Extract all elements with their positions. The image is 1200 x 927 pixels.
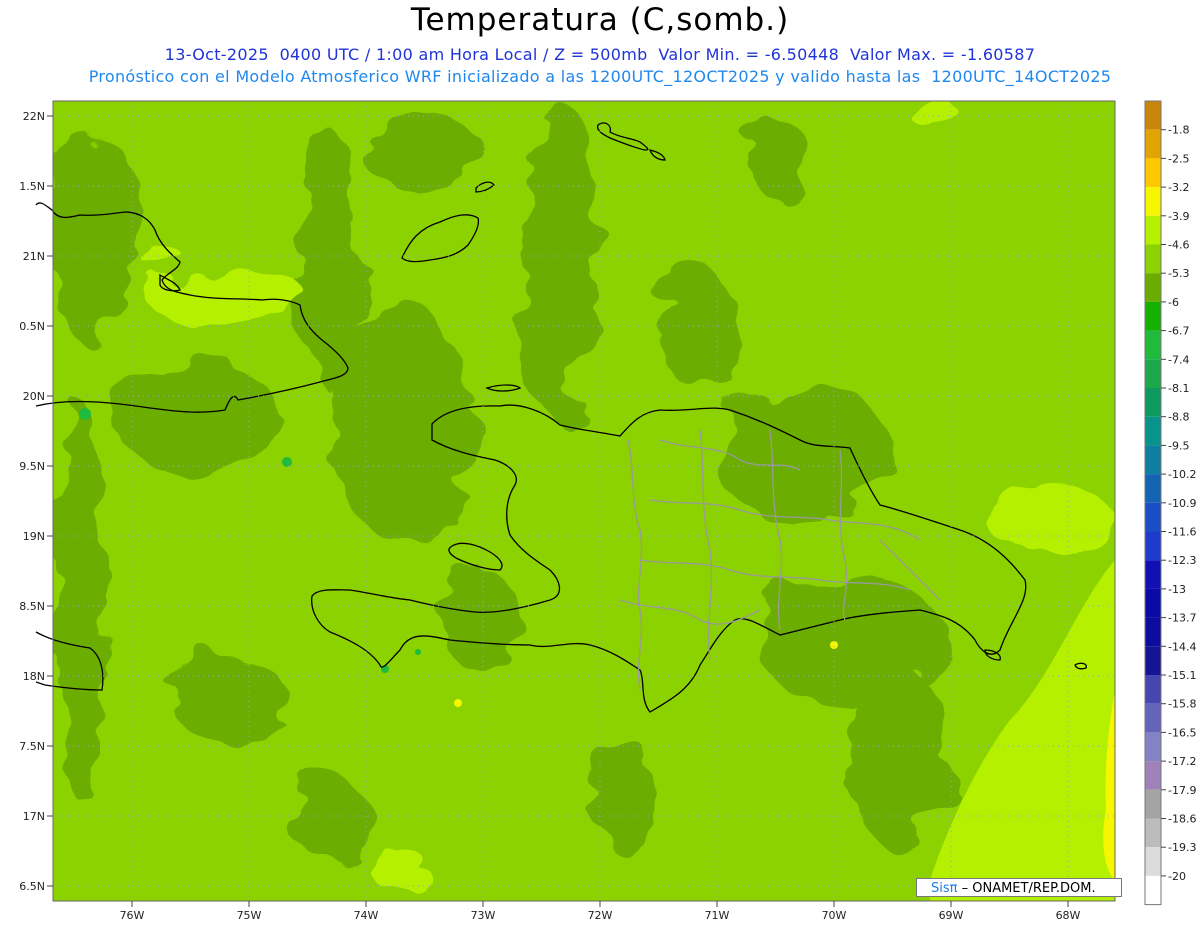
lat-label: 22N: [23, 110, 45, 123]
colorbar-label: -14.4: [1168, 640, 1196, 653]
colorbar-swatch: [1145, 445, 1161, 475]
lat-label: 0.5N: [19, 320, 45, 333]
colorbar-swatch: [1145, 158, 1161, 188]
colorbar-label: -6.7: [1168, 325, 1189, 338]
lat-label: 1.5N: [19, 180, 45, 193]
colorbar-label: -11.6: [1168, 526, 1196, 539]
colorbar-label: -20: [1168, 870, 1186, 883]
colorbar-swatch: [1145, 588, 1161, 618]
lat-label: 21N: [23, 250, 45, 263]
colorbar-label: -19.3: [1168, 841, 1196, 854]
colorbar-label: -16.5: [1168, 726, 1196, 739]
lat-label: 18N: [23, 670, 45, 683]
colorbar-label: -12.3: [1168, 554, 1196, 567]
lat-label: 20N: [23, 390, 45, 403]
lon-label: 74W: [354, 909, 379, 922]
lon-label: 71W: [705, 909, 730, 922]
colorbar-swatch: [1145, 301, 1161, 331]
lon-label: 70W: [822, 909, 847, 922]
colorbar-label: -17.2: [1168, 755, 1196, 768]
colorbar-label: -2.5: [1168, 152, 1189, 165]
colorbar-swatch: [1145, 129, 1161, 159]
lat-label: 9.5N: [19, 460, 45, 473]
lon-label: 68W: [1056, 909, 1081, 922]
colorbar-legend: -1.8 -2.5 -3.2 -3.9 -4.6 -5.3 -6 -6.7 -7.4 -8.1 -8…: [1144, 100, 1196, 906]
longitude-labels: 76W 75W 74W 73W 72W 71W 70W 69W 68W: [120, 909, 1081, 922]
colorbar-label: -8.1: [1168, 382, 1189, 395]
colorbar-label: -7.4: [1168, 353, 1189, 366]
colorbar-label: -4.6: [1168, 239, 1189, 252]
colorbar-swatch: [1145, 847, 1161, 876]
colorbar-label: -1.8: [1168, 124, 1189, 137]
colorbar-swatch: [1145, 675, 1161, 704]
colorbar-swatch: [1145, 474, 1161, 503]
colorbar-label: -10.2: [1168, 468, 1196, 481]
colorbar-swatch: [1145, 101, 1161, 130]
colorbar-label: -6: [1168, 296, 1179, 309]
colorbar-swatch: [1145, 388, 1161, 417]
lat-label: 6.5N: [19, 880, 45, 893]
colorbar-label: -5.3: [1168, 267, 1189, 280]
colorbar-label: -10.9: [1168, 497, 1196, 510]
colorbar-swatch: [1145, 244, 1161, 274]
colorbar-label: -13: [1168, 583, 1186, 596]
colorbar-label: -3.2: [1168, 181, 1189, 194]
colorbar-swatch: [1145, 732, 1161, 762]
lon-label: 75W: [237, 909, 262, 922]
latitude-labels: 22N 1.5N 21N 0.5N 20N 9.5N 19N 8.5N 18N …: [19, 110, 45, 893]
colorbar-swatch: [1145, 761, 1161, 790]
lat-label: 17N: [23, 810, 45, 823]
lat-label: 7.5N: [19, 740, 45, 753]
colorbar-label: -9.5: [1168, 439, 1189, 452]
lon-label: 73W: [471, 909, 496, 922]
colorbar-swatch: [1145, 215, 1161, 245]
colorbar-label: -13.7: [1168, 612, 1196, 625]
lon-label: 72W: [588, 909, 613, 922]
colorbar-label: -15.1: [1168, 669, 1196, 682]
colorbar-swatch: [1145, 617, 1161, 647]
credit-text: – ONAMET/REP.DOM.: [961, 881, 1096, 896]
colorbar-swatch: [1145, 531, 1161, 561]
colorbar-swatch: [1145, 416, 1161, 446]
colorbar-swatch: [1145, 703, 1161, 733]
colorbar-label: -18.6: [1168, 813, 1196, 826]
lat-label: 8.5N: [19, 600, 45, 613]
colorbar-swatch: [1145, 789, 1161, 819]
colorbar-swatch: [1145, 330, 1161, 360]
lon-label: 69W: [939, 909, 964, 922]
colorbar-swatch: [1145, 560, 1161, 589]
colorbar-swatch: [1145, 187, 1161, 216]
lat-label: 19N: [23, 530, 45, 543]
colorbar-swatch: [1145, 646, 1161, 675]
colorbar-swatch: [1145, 273, 1161, 302]
sispi-logo-text: Sisπ: [931, 881, 958, 896]
credit-box: Sisπ – ONAMET/REP.DOM.: [916, 878, 1122, 897]
colorbar-swatch: [1145, 818, 1161, 848]
colorbar-label: -3.9: [1168, 210, 1189, 223]
colorbar-swatch: [1145, 875, 1161, 905]
colorbar-label: -15.8: [1168, 698, 1196, 711]
temperature-field: [53, 101, 1115, 901]
colorbar-swatch: [1145, 359, 1161, 388]
colorbar-label: -17.9: [1168, 784, 1196, 797]
colorbar-label: -8.8: [1168, 411, 1189, 424]
map-figure: 22N 1.5N 21N 0.5N 20N 9.5N 19N 8.5N 18N …: [19, 100, 1196, 922]
colorbar-swatch: [1145, 502, 1161, 532]
lon-label: 76W: [120, 909, 145, 922]
